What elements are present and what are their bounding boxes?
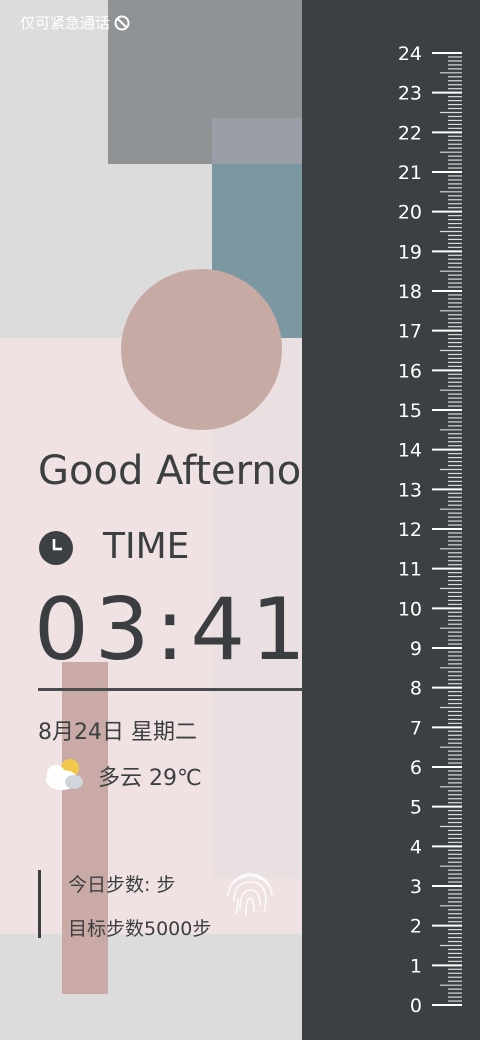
ruler-label: 3 — [410, 876, 422, 898]
ruler-label: 7 — [410, 717, 422, 739]
ruler-label: 24 — [398, 43, 422, 65]
ruler-label: 12 — [398, 519, 422, 541]
ruler-panel[interactable]: 24 23 22 21 20 19 18 17 16 15 14 13 12 11 10 9 8 7 6 5 4 3 2 1 0 — [302, 0, 480, 1040]
ruler-label: 8 — [410, 678, 422, 700]
ruler-scale: 2423222120191817161514131211109876543210 — [398, 43, 462, 1017]
ruler-label: 20 — [398, 202, 422, 224]
ruler-label: 5 — [410, 797, 422, 819]
ruler-label: 14 — [398, 440, 422, 462]
ruler-label: 21 — [398, 162, 422, 184]
ruler-label: 19 — [398, 241, 422, 263]
ruler-label: 22 — [398, 122, 422, 144]
ruler-label: 2 — [410, 916, 422, 938]
steps-today-text[interactable]: 今日步数: 步 — [68, 870, 175, 897]
ruler-label: 0 — [410, 995, 422, 1017]
ruler-label: 23 — [398, 83, 422, 105]
ruler-label: 17 — [398, 321, 422, 343]
ruler-label: 1 — [410, 955, 422, 977]
status-left: 仅可紧急通话 — [20, 12, 130, 33]
partly-cloudy-icon — [46, 759, 83, 790]
bg-rose-circle — [121, 269, 282, 430]
clock-icon — [39, 531, 73, 565]
ruler-label: 15 — [398, 400, 422, 422]
fingerprint-icon[interactable] — [218, 862, 282, 926]
steps-goal-text[interactable]: 目标步数5000步 — [68, 914, 211, 941]
ruler-label: 4 — [410, 836, 422, 858]
ruler-label: 6 — [410, 757, 422, 779]
divider — [38, 688, 302, 691]
ruler-label: 9 — [410, 638, 422, 660]
ruler-label: 10 — [398, 598, 422, 620]
greeting-text: Good Afternoon — [38, 448, 302, 494]
clock-display[interactable]: 03:41 — [34, 580, 312, 680]
ruler-label: 13 — [398, 479, 422, 501]
ruler-label: 11 — [398, 559, 422, 581]
bg-rose-bar — [62, 662, 108, 994]
date-text[interactable]: 8月24日 星期二 — [38, 714, 197, 746]
weather-text[interactable]: 多云 29℃ — [98, 760, 202, 792]
no-sim-icon — [114, 15, 130, 30]
bg-slate-block — [212, 118, 302, 164]
time-label: TIME — [103, 526, 190, 567]
ruler-label: 18 — [398, 281, 422, 303]
bg-bottom-gray — [0, 934, 302, 1040]
emergency-calls-text: 仅可紧急通话 — [20, 14, 111, 32]
ruler-label: 16 — [398, 360, 422, 382]
steps-accent-bar — [38, 870, 41, 938]
